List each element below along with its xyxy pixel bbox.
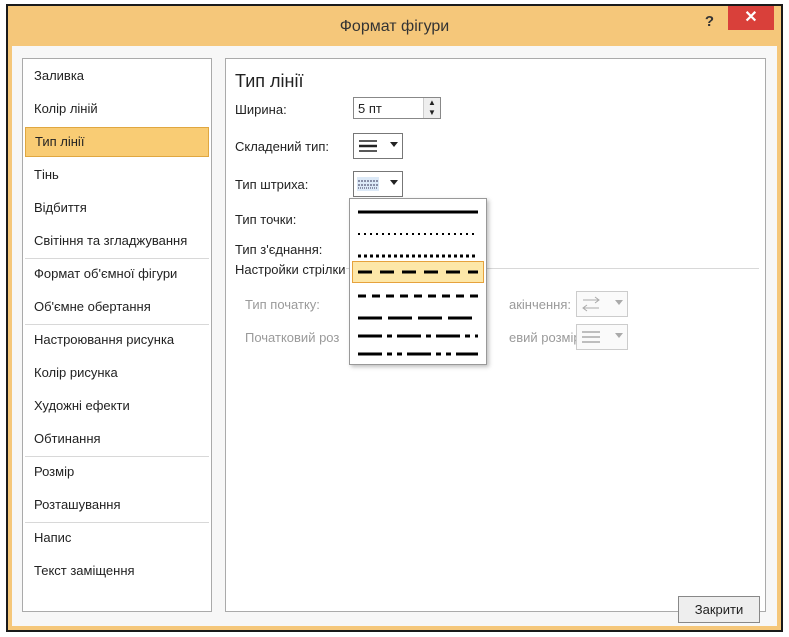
nav-item-position[interactable]: Розташування — [25, 490, 209, 520]
category-nav: Заливка Колір ліній Тип лінії Тінь Відби… — [22, 58, 212, 612]
chevron-down-icon — [615, 300, 623, 305]
nav-item-artistic-effects[interactable]: Художні ефекти — [25, 391, 209, 421]
nav-item-glow[interactable]: Світіння та згладжування — [25, 226, 209, 256]
compound-type-label: Складений тип: — [235, 139, 330, 154]
end-type-dropdown[interactable] — [576, 291, 628, 317]
dash-option-dash[interactable] — [352, 261, 484, 283]
cap-type-label: Тип точки: — [235, 212, 297, 227]
spinner-arrows-icon[interactable]: ▲ ▼ — [423, 98, 440, 118]
title-bar: Формат фігури ? ✕ — [8, 6, 781, 46]
nav-item-crop[interactable]: Обтинання — [25, 424, 209, 454]
width-value: 5 пт — [358, 101, 382, 116]
dash-type-label: Тип штриха: — [235, 177, 309, 192]
width-spinner[interactable]: 5 пт ▲ ▼ — [353, 97, 441, 119]
compound-lines-icon — [359, 140, 377, 152]
nav-item-shadow[interactable]: Тінь — [25, 160, 209, 190]
dialog-title: Формат фігури — [339, 18, 450, 35]
join-type-label: Тип з'єднання: — [235, 242, 323, 257]
nav-item-alt-text[interactable]: Текст заміщення — [25, 556, 209, 586]
nav-item-line-color[interactable]: Колір ліній — [25, 94, 209, 124]
dash-type-menu — [349, 198, 487, 365]
arrow-settings-heading: Настройки стрілки — [235, 262, 346, 277]
line-style-panel: Тип лінії Ширина: 5 пт ▲ ▼ Складений тип:… — [225, 58, 766, 612]
nav-item-text-box[interactable]: Напис — [25, 523, 209, 553]
dash-type-dropdown[interactable] — [353, 171, 403, 197]
close-window-button[interactable]: ✕ — [728, 6, 774, 30]
dash-option-dash-dot[interactable] — [352, 285, 484, 307]
width-label: Ширина: — [235, 102, 287, 117]
arrow-type-icon — [582, 296, 600, 312]
help-button[interactable]: ? — [705, 13, 714, 30]
dash-option-solid[interactable] — [352, 201, 484, 223]
dash-option-round-dot[interactable] — [352, 223, 484, 245]
nav-item-reflection[interactable]: Відбиття — [25, 193, 209, 223]
chevron-down-icon — [390, 142, 398, 147]
nav-item-3d-format[interactable]: Формат об'ємної фігури — [25, 259, 209, 289]
end-type-label: акінчення: — [509, 297, 571, 312]
nav-item-picture-color[interactable]: Колір рисунка — [25, 358, 209, 388]
nav-item-picture-corrections[interactable]: Настроювання рисунка — [25, 325, 209, 355]
nav-item-line-style[interactable]: Тип лінії — [25, 127, 209, 157]
chevron-down-icon — [615, 333, 623, 338]
begin-type-label: Тип початку: — [245, 297, 320, 312]
arrow-size-icon — [582, 331, 600, 343]
dash-option-long-dash-dot-dot[interactable] — [352, 343, 484, 365]
end-size-dropdown[interactable] — [576, 324, 628, 350]
compound-type-dropdown[interactable] — [353, 133, 403, 159]
begin-size-label: Початковий роз — [245, 330, 340, 345]
nav-item-size[interactable]: Розмір — [25, 457, 209, 487]
panel-heading: Тип лінії — [235, 71, 304, 91]
chevron-down-icon — [390, 180, 398, 185]
dash-type-icon — [357, 177, 379, 191]
nav-item-fill[interactable]: Заливка — [25, 61, 209, 91]
nav-item-3d-rotation[interactable]: Об'ємне обертання — [25, 292, 209, 322]
end-size-label: евий розмір: — [509, 330, 585, 345]
close-button[interactable]: Закрити — [678, 596, 760, 623]
